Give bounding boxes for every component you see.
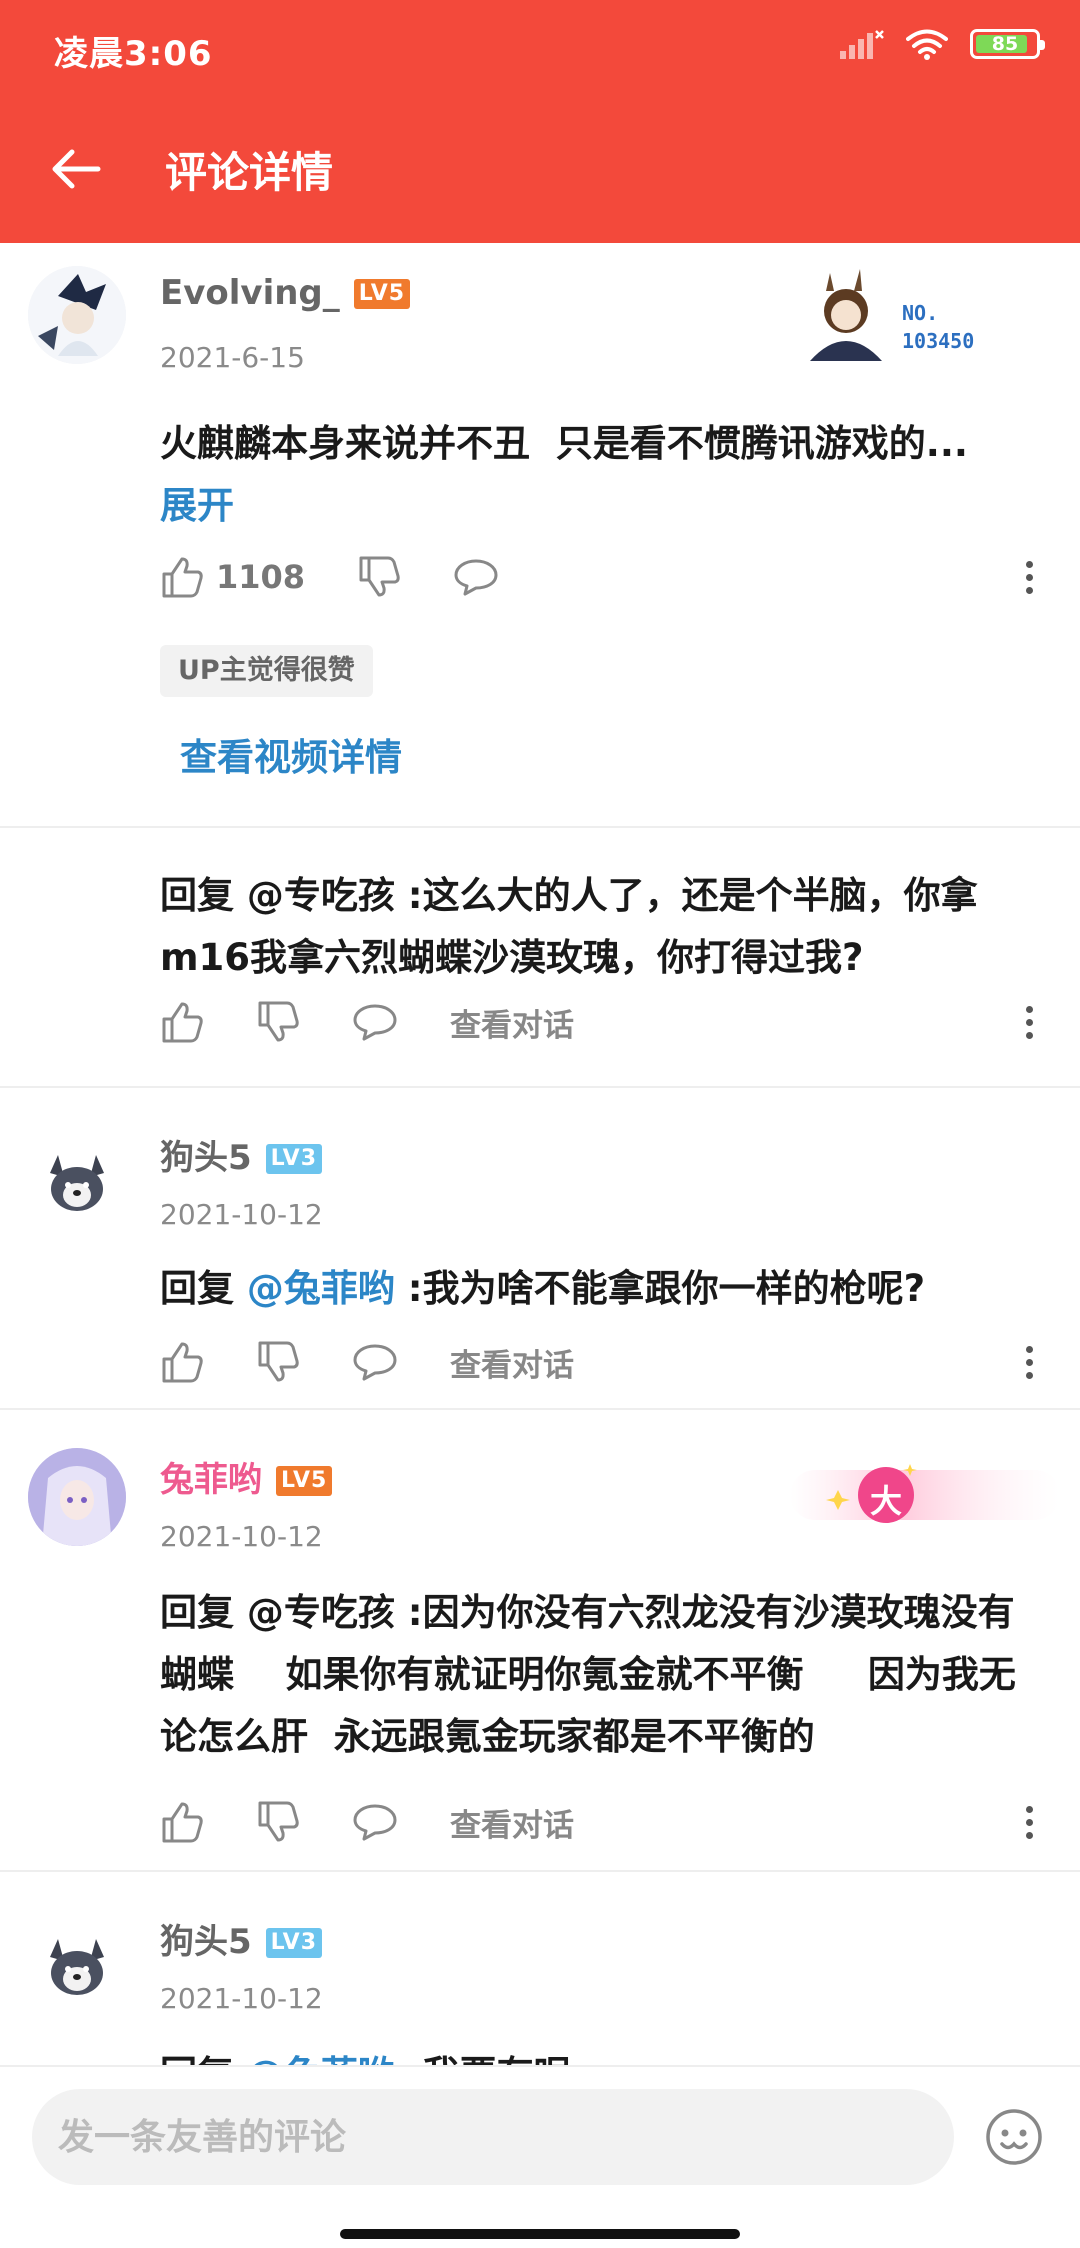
decoration-badge: 大 [790,1450,1060,1540]
more-options-button[interactable] [1014,1794,1044,1850]
emoji-icon [986,2109,1042,2165]
comment-content: 火麒麟本身来说并不丑 只是看不惯腾讯游戏的... 展开 [160,422,968,527]
reply-content: 回复 @兔菲哟 :我要有呢 [160,2044,1050,2065]
fan-number: NO. 103450 [902,301,975,353]
like-count: 1108 [216,558,306,596]
reply-item: 回复 @专吃孩 :这么大的人了，还是个半脑，你拿m16我拿六烈蝴蝶沙漠玫瑰，你打… [0,828,1080,1088]
username[interactable]: 狗头5 LV3 [160,1914,322,1963]
comment-bubble-icon [353,1344,397,1381]
mention[interactable]: @专吃孩 [247,874,395,917]
reply-item: 兔菲哟 LV5 2021-10-12 大 回复 @专吃孩 :因为你没有六烈龙没有沙… [0,1410,1080,1872]
reply-button[interactable] [453,557,499,597]
arrow-left-icon [52,149,101,189]
status-icons: 85 [840,28,1045,60]
up-liked-tag: UP主觉得很赞 [160,645,373,697]
comment-date: 2021-10-12 [160,1520,323,1553]
comment-input[interactable] [32,2089,954,2185]
username[interactable]: Evolving_ LV5 [160,273,411,313]
like-button[interactable] [160,1801,204,1843]
comment-bubble-icon [454,559,498,596]
view-dialog-link[interactable]: 查看对话 [450,1000,574,1045]
thumbs-down-icon [359,556,400,597]
more-options-button[interactable] [1014,1334,1044,1390]
thumbs-down-icon [258,1001,299,1042]
reply-content: 回复 @兔菲哟 :我为啥不能拿跟你一样的枪呢? [160,1267,926,1310]
avatar[interactable] [28,1448,126,1546]
comment-bubble-icon [353,1004,397,1041]
dislike-button[interactable] [357,556,401,598]
comment-date: 2021-10-12 [160,1198,323,1231]
app-bar: 评论详情 [0,95,1080,243]
header: 凌晨3:06 85 评论详情 [0,0,1080,243]
thumbs-down-icon [258,1801,299,1842]
level-badge: LV5 [276,1465,333,1496]
page-title: 评论详情 [165,148,334,197]
dislike-button[interactable] [256,1001,300,1043]
reply-item: 狗头5 LV3 2021-10-12 回复 @兔菲哟 :我为啥不能拿跟你一样的枪呢… [0,1088,1080,1410]
like-button[interactable] [160,1001,204,1043]
signal-icon [840,30,884,59]
reply-button[interactable] [352,1802,398,1842]
fan-badge-character-icon [810,269,882,361]
comment-input-bar [0,2065,1080,2248]
reply-button[interactable] [352,1342,398,1382]
comment-bubble-icon [353,1804,397,1841]
thumbs-down-icon [258,1341,299,1382]
view-dialog-link[interactable]: 查看对话 [450,1800,574,1845]
comment-list[interactable]: Evolving_ LV5 2021-6-15 NO. 103450 火麒麟本身来… [0,243,1080,2065]
level-badge: LV3 [265,1927,322,1958]
username[interactable]: 狗头5 LV3 [160,1130,322,1179]
username[interactable]: 兔菲哟 LV5 [160,1452,333,1501]
emoji-button[interactable] [984,2107,1044,2167]
like-button[interactable]: 1108 [160,556,305,598]
fan-number-badge: NO. 103450 [790,261,1010,361]
battery-indicator: 85 [970,29,1045,59]
reply-content: 回复 @专吃孩 :这么大的人了，还是个半脑，你拿m16我拿六烈蝴蝶沙漠玫瑰，你打… [160,874,978,979]
reply-actions: 查看对话 [160,1794,574,1850]
home-indicator[interactable] [340,2229,740,2239]
comment-date: 2021-10-12 [160,1982,323,2015]
mention[interactable]: @兔菲哟 [247,1267,395,1310]
comment-date: 2021-6-15 [160,341,305,374]
mention[interactable]: @专吃孩 [247,1591,395,1634]
decoration-text: 大 [870,1482,903,1520]
wifi-icon [906,29,948,60]
level-badge: LV3 [265,1143,322,1174]
thumbs-up-icon [162,1002,203,1043]
mention[interactable]: @兔菲哟 [247,2053,395,2065]
more-options-button[interactable] [1014,549,1044,605]
root-comment: Evolving_ LV5 2021-6-15 NO. 103450 火麒麟本身来… [0,243,1080,828]
thumbs-up-icon [162,557,203,598]
avatar[interactable] [28,1133,126,1231]
level-badge: LV5 [353,278,411,309]
reply-button[interactable] [352,1002,398,1042]
battery-level: 85 [991,33,1019,55]
status-bar: 凌晨3:06 85 [0,0,1080,95]
dislike-button[interactable] [256,1341,300,1383]
like-button[interactable] [160,1341,204,1383]
thumbs-up-icon [162,1342,203,1383]
reply-actions: 查看对话 [160,1334,574,1390]
avatar[interactable] [28,1917,126,2015]
reply-actions: 查看对话 [160,994,574,1050]
thumbs-up-icon [162,1802,203,1843]
expand-link[interactable]: 展开 [160,484,234,527]
dislike-button[interactable] [256,1801,300,1843]
reply-item: 狗头5LV3 2021-10-12 回复 @兔菲哟 :我要有呢 [0,1872,1080,2065]
back-button[interactable] [40,133,112,205]
comment-actions: 1108 [160,549,551,605]
avatar[interactable] [28,266,126,364]
reply-content: 回复 @专吃孩 :因为你没有六烈龙没有沙漠玫瑰没有蝴蝶 如果你有就证明你氪金就不… [160,1591,1016,1758]
view-dialog-link[interactable]: 查看对话 [450,1340,574,1385]
status-time: 凌晨3:06 [54,34,213,74]
view-video-link[interactable]: 查看视频详情 [180,727,402,781]
more-options-button[interactable] [1014,994,1044,1050]
